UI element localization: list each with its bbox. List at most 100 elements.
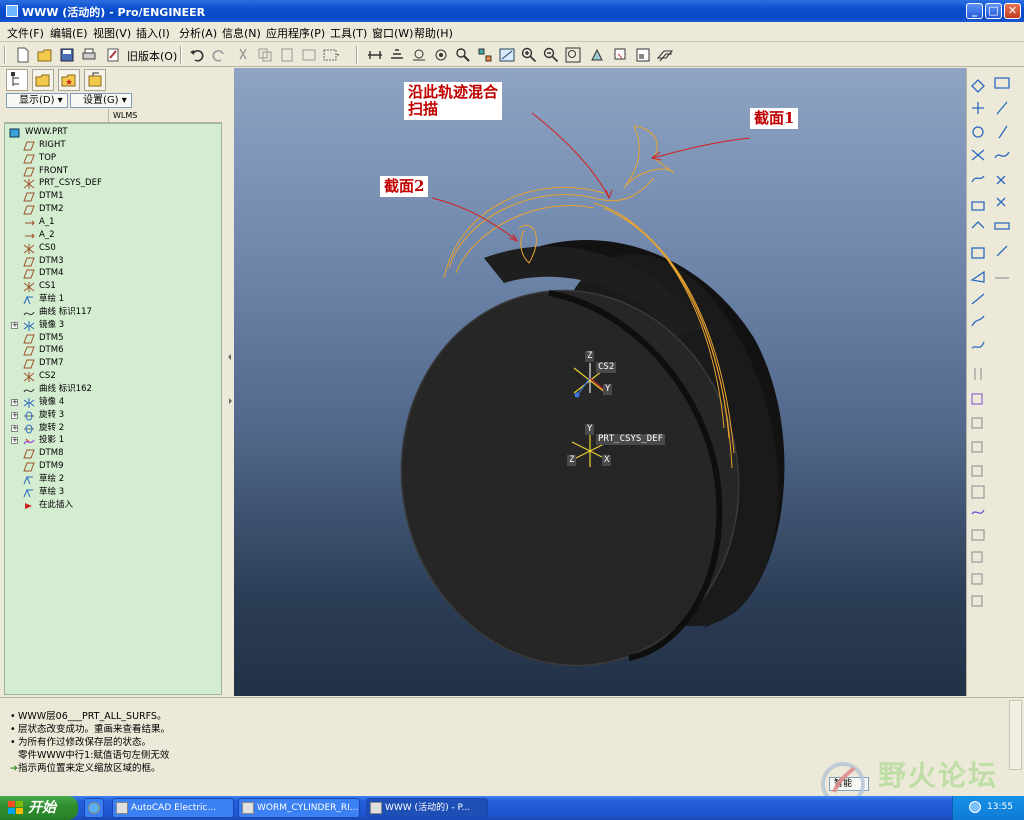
axis-icon <box>23 231 35 241</box>
quick-launch-ie-icon[interactable] <box>84 798 104 818</box>
undo-icon[interactable] <box>188 46 206 64</box>
menu-edit[interactable]: 编辑(E) <box>50 25 88 41</box>
datum-plane-icon <box>23 257 35 267</box>
column-header-wlms[interactable]: WLMS <box>108 109 137 123</box>
old-version-icon[interactable] <box>104 46 122 64</box>
display-style-icon[interactable] <box>656 46 674 64</box>
menu-applications[interactable]: 应用程序(P) <box>266 25 325 41</box>
tree-item[interactable]: PRT_CSYS_DEF <box>5 177 221 190</box>
minimize-button[interactable]: _ <box>966 3 983 19</box>
tree-item[interactable]: DTM7 <box>5 357 221 370</box>
tree-item[interactable]: DTM3 <box>5 255 221 268</box>
paste-icon[interactable] <box>278 46 296 64</box>
regenerate-icon[interactable] <box>366 46 384 64</box>
tree-item[interactable]: DTM1 <box>5 190 221 203</box>
tree-item[interactable]: FRONT <box>5 165 221 178</box>
tree-item[interactable]: 曲线 标识117 <box>5 306 221 319</box>
tab-folder-browser[interactable] <box>32 69 54 91</box>
menu-insert[interactable]: 插入(I) <box>136 25 170 41</box>
open-folder-icon[interactable] <box>36 46 54 64</box>
reorient-icon[interactable] <box>588 46 606 64</box>
tab-model-tree[interactable] <box>6 69 28 91</box>
orient-mode-icon[interactable] <box>432 46 450 64</box>
tab-connections[interactable] <box>84 69 106 91</box>
menu-help[interactable]: 帮助(H) <box>414 25 453 41</box>
menu-file[interactable]: 文件(F) <box>7 25 44 41</box>
zoom-window-icon[interactable] <box>454 46 472 64</box>
old-version-button[interactable]: 旧版本(O) <box>127 48 177 64</box>
prt-csys-axis-y: Y <box>585 424 595 435</box>
tree-item[interactable]: 在此插入 <box>5 499 221 512</box>
tree-item[interactable]: DTM8 <box>5 447 221 460</box>
tree-item[interactable]: RIGHT <box>5 139 221 152</box>
refit-icon[interactable] <box>564 46 582 64</box>
title-bar[interactable]: WWW (活动的) - Pro/ENGINEER _ □ ✕ <box>0 0 1024 22</box>
tree-item[interactable]: + 镜像 3 <box>5 319 221 332</box>
tree-item[interactable]: DTM9 <box>5 460 221 473</box>
tree-item[interactable]: + 镜像 4 <box>5 396 221 409</box>
spin-center-icon[interactable] <box>410 46 428 64</box>
tree-item[interactable]: + 旋转 2 <box>5 422 221 435</box>
menu-window[interactable]: 窗口(W) <box>372 25 413 41</box>
close-button[interactable]: ✕ <box>1004 3 1021 19</box>
tree-item[interactable]: + 投影 1 <box>5 434 221 447</box>
tree-item[interactable]: + 旋转 3 <box>5 409 221 422</box>
expand-icon[interactable]: + <box>11 411 18 419</box>
tree-item-label: 镜像 3 <box>39 319 65 330</box>
tray-network-icon[interactable] <box>969 801 981 813</box>
tab-favorites[interactable] <box>58 69 80 91</box>
tree-item[interactable]: DTM6 <box>5 344 221 357</box>
layers-icon[interactable] <box>612 46 630 64</box>
tree-item[interactable]: WWW.PRT <box>5 126 221 139</box>
datum-plane-icon <box>23 205 35 215</box>
tree-item[interactable]: A_1 <box>5 216 221 229</box>
copy-icon[interactable] <box>256 46 274 64</box>
tree-item[interactable]: DTM4 <box>5 267 221 280</box>
tree-item[interactable]: 草绘 1 <box>5 293 221 306</box>
selection-box-icon[interactable] <box>322 46 340 64</box>
task-www-active[interactable]: WWW (活动的) - P... <box>366 798 488 818</box>
zoom-out-icon[interactable] <box>542 46 560 64</box>
start-button[interactable]: 开始 <box>0 796 78 820</box>
task-worm-cylinder[interactable]: WORM_CYLINDER_RI... <box>238 798 360 818</box>
model-tree-toggle-icon[interactable] <box>634 46 652 64</box>
tree-item[interactable]: DTM2 <box>5 203 221 216</box>
projection-icon <box>23 436 35 446</box>
repaint-icon[interactable] <box>388 46 406 64</box>
tree-item[interactable]: 草绘 3 <box>5 486 221 499</box>
tree-item[interactable]: DTM5 <box>5 332 221 345</box>
wheel-model[interactable] <box>372 230 815 693</box>
zoom-in-icon[interactable] <box>520 46 538 64</box>
tree-item[interactable]: TOP <box>5 152 221 165</box>
task-autocad[interactable]: AutoCAD Electric... <box>112 798 234 818</box>
tree-item[interactable]: CS2 <box>5 370 221 383</box>
maximize-button[interactable]: □ <box>985 3 1002 19</box>
expand-icon[interactable]: + <box>11 437 18 445</box>
tree-item[interactable]: A_2 <box>5 229 221 242</box>
menu-analysis[interactable]: 分析(A) <box>179 25 217 41</box>
tree-item[interactable]: 草绘 2 <box>5 473 221 486</box>
expand-icon[interactable]: + <box>11 398 18 406</box>
tree-item[interactable]: CS1 <box>5 280 221 293</box>
expand-icon[interactable]: + <box>11 424 18 432</box>
insert-here-icon <box>23 501 35 511</box>
paste-special-icon[interactable] <box>300 46 318 64</box>
redo-icon[interactable] <box>210 46 228 64</box>
menu-info[interactable]: 信息(N) <box>222 25 261 41</box>
view-manager-icon[interactable] <box>476 46 494 64</box>
tree-item[interactable]: 曲线 标识162 <box>5 383 221 396</box>
expand-icon[interactable]: + <box>11 321 18 329</box>
show-dropdown[interactable]: 显示(D) ▾ <box>6 93 68 108</box>
panel-splitter[interactable] <box>226 67 234 697</box>
menu-tools[interactable]: 工具(T) <box>330 25 367 41</box>
datum-plane-icon <box>23 449 35 459</box>
menu-view[interactable]: 视图(V) <box>93 25 131 41</box>
new-file-icon[interactable] <box>14 46 32 64</box>
tree-item[interactable]: CS0 <box>5 242 221 255</box>
print-icon[interactable] <box>80 46 98 64</box>
graphics-window[interactable]: 沿此轨迹混合 扫描 截面1 截面2 Z CS2 Y Y PRT_CSYS_DEF… <box>234 68 966 696</box>
cut-icon[interactable] <box>234 46 252 64</box>
saved-views-icon[interactable] <box>498 46 516 64</box>
save-icon[interactable] <box>58 46 76 64</box>
settings-dropdown[interactable]: 设置(G) ▾ <box>70 93 132 108</box>
